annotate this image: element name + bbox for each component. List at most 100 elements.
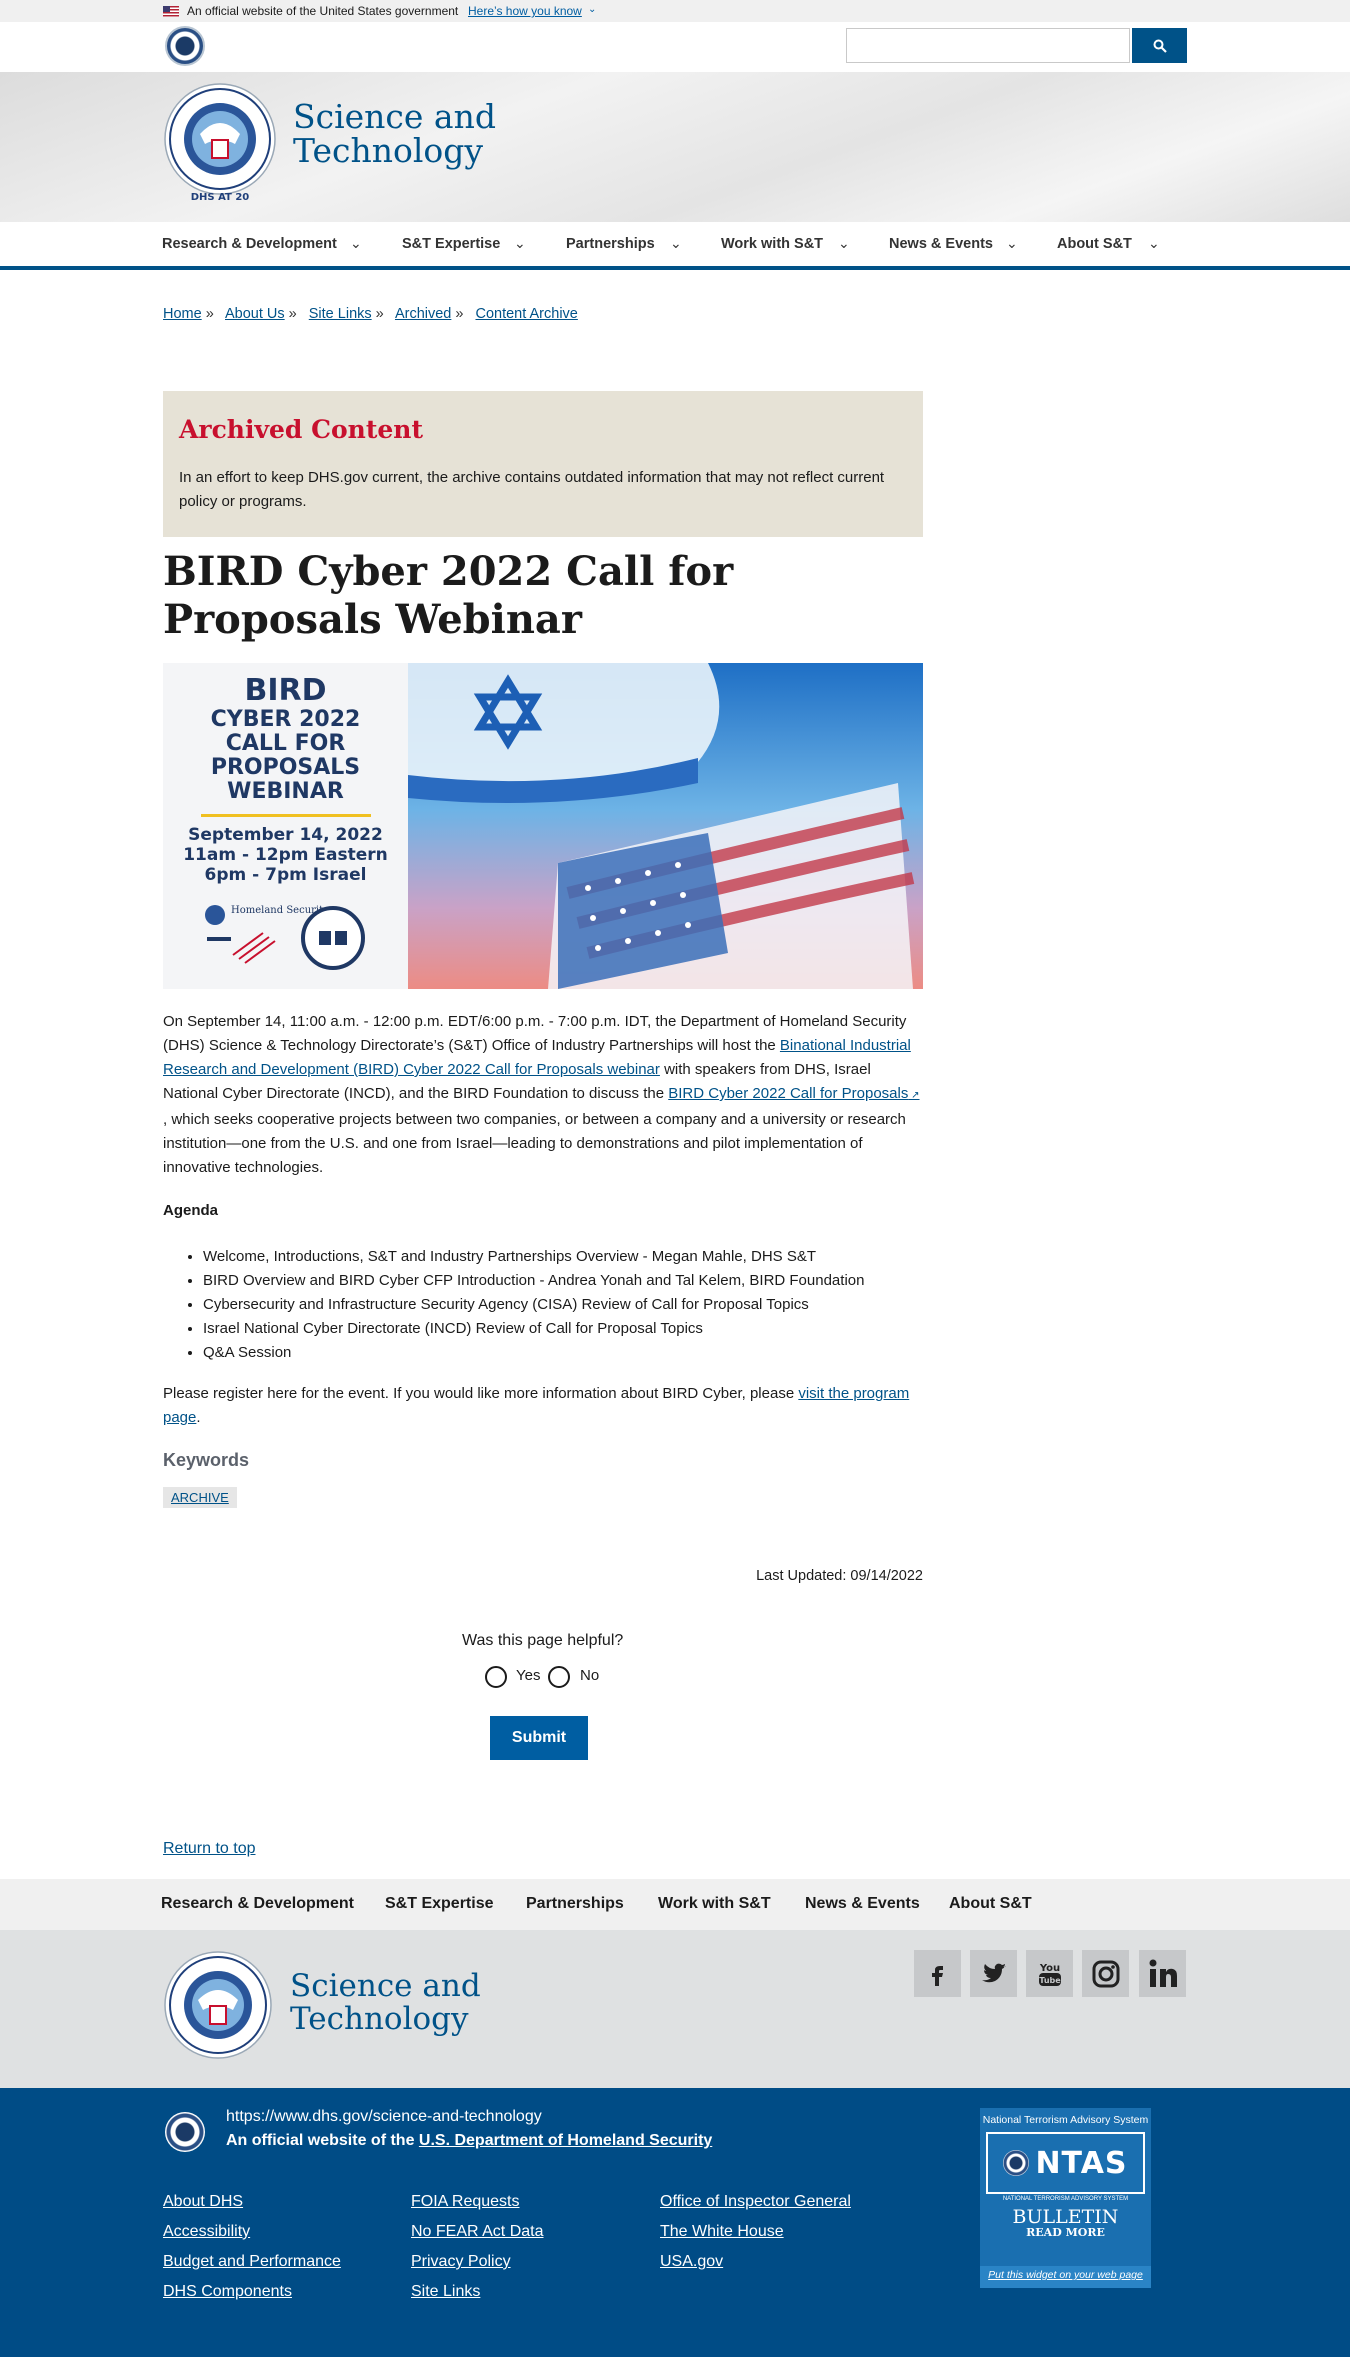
dhs-link[interactable]: U.S. Department of Homeland Security bbox=[419, 2132, 712, 2149]
chevron-down-icon[interactable]: ⌄ bbox=[514, 235, 526, 252]
yes-radio[interactable] bbox=[485, 1666, 507, 1688]
event-banner-image: BIRD CYBER 2022 CALL FOR PROPOSALS WEBIN… bbox=[163, 663, 923, 989]
keyword-tag-archive[interactable]: ARCHIVE bbox=[163, 1487, 237, 1508]
page-title: BIRD Cyber 2022 Call for Proposals Webin… bbox=[163, 548, 734, 643]
list-item: Israel National Cyber Directorate (INCD)… bbox=[203, 1317, 864, 1341]
linkedin-link[interactable] bbox=[1139, 1950, 1186, 1997]
footer-nav-work-with-st[interactable]: Work with S&T bbox=[658, 1895, 771, 1913]
facebook-icon bbox=[931, 1965, 943, 1986]
agenda-list: Welcome, Introductions, S&T and Industry… bbox=[203, 1245, 864, 1365]
official-prefix: An official website of the bbox=[226, 2132, 419, 2149]
twitter-link[interactable] bbox=[970, 1950, 1017, 1997]
chevron-down-icon[interactable]: ⌄ bbox=[350, 235, 362, 252]
footer-link-site-links[interactable]: Site Links bbox=[411, 2283, 480, 2301]
yes-label[interactable]: Yes bbox=[516, 1667, 540, 1684]
intro-text-3: , which seeks cooperative projects betwe… bbox=[163, 1111, 906, 1176]
agenda-heading: Agenda bbox=[163, 1202, 219, 1219]
breadcrumb-archived[interactable]: Archived bbox=[395, 306, 451, 322]
footer-brand-wordmark[interactable]: Science and Technology bbox=[290, 1970, 481, 2036]
register-end: . bbox=[196, 1409, 201, 1426]
keywords-heading: Keywords bbox=[163, 1450, 250, 1470]
nav-work-with-st[interactable]: Work with S&T bbox=[721, 236, 823, 252]
intro-paragraph: On September 14, 11:00 a.m. - 12:00 p.m.… bbox=[163, 1010, 923, 1180]
last-updated: Last Updated: 09/14/2022 bbox=[756, 1568, 923, 1584]
facebook-link[interactable] bbox=[914, 1950, 961, 1997]
submit-button[interactable]: Submit bbox=[490, 1716, 588, 1760]
flags-illustration bbox=[408, 663, 923, 989]
breadcrumb-content-archive[interactable]: Content Archive bbox=[475, 306, 577, 322]
register-paragraph: Please register here for the event. If y… bbox=[163, 1382, 923, 1430]
footer-nav-st-expertise[interactable]: S&T Expertise bbox=[385, 1895, 493, 1913]
instagram-link[interactable] bbox=[1082, 1950, 1129, 1997]
footer-link-budget[interactable]: Budget and Performance bbox=[163, 2253, 341, 2271]
official-banner-text: An official website of the United States… bbox=[187, 4, 459, 18]
footer-link-foia[interactable]: FOIA Requests bbox=[411, 2193, 520, 2211]
event-line-1: CYBER 2022 bbox=[210, 707, 361, 732]
bird-cfp-link[interactable]: BIRD Cyber 2022 Call for Proposals ↗ bbox=[668, 1085, 919, 1102]
chevron-down-icon[interactable]: ⌄ bbox=[1006, 235, 1018, 252]
brand-line-2: Technology bbox=[293, 131, 484, 170]
footer-link-oig[interactable]: Office of Inspector General bbox=[660, 2193, 851, 2211]
archived-content-title: Archived Content bbox=[179, 415, 424, 444]
footer-nav-about-st[interactable]: About S&T bbox=[949, 1895, 1032, 1913]
footer-link-white-house[interactable]: The White House bbox=[660, 2223, 784, 2241]
dhs-seal-logo[interactable] bbox=[163, 1950, 273, 2060]
breadcrumb-home[interactable]: Home bbox=[163, 306, 202, 322]
dhs-seal-icon bbox=[1003, 2150, 1030, 2176]
ntas-title: National Terrorism Advisory System bbox=[982, 2114, 1149, 2126]
heres-how-you-know-link[interactable]: Here’s how you know bbox=[468, 4, 582, 18]
footer-brand-area: Science and Technology You Tube bbox=[0, 1930, 1350, 2088]
footer-brand-line-1: Science and bbox=[290, 1968, 481, 2004]
official-banner: An official website of the United States… bbox=[0, 0, 1350, 22]
event-divider bbox=[200, 814, 371, 817]
nav-partnerships[interactable]: Partnerships bbox=[566, 236, 655, 252]
breadcrumb: Home» About Us» Site Links» Archived» Co… bbox=[163, 306, 578, 322]
chevron-down-icon[interactable]: ⌄ bbox=[1148, 235, 1160, 252]
list-item: Cybersecurity and Infrastructure Securit… bbox=[203, 1293, 864, 1317]
ntas-widget[interactable]: National Terrorism Advisory System NTAS … bbox=[980, 2108, 1151, 2288]
dhs-seal-icon[interactable] bbox=[165, 2112, 205, 2152]
breadcrumb-site-links[interactable]: Site Links bbox=[309, 306, 372, 322]
footer-link-components[interactable]: DHS Components bbox=[163, 2283, 292, 2301]
ntas-logo: NTAS bbox=[986, 2132, 1145, 2194]
breadcrumb-about-us[interactable]: About Us bbox=[225, 306, 285, 322]
chevron-down-icon[interactable]: ⌄ bbox=[838, 235, 850, 252]
chevron-down-icon[interactable]: ⌄ bbox=[588, 4, 596, 15]
footer-link-accessibility[interactable]: Accessibility bbox=[163, 2223, 250, 2241]
dhs-at-20-seal-logo[interactable]: DHS AT 20 bbox=[163, 82, 277, 210]
site-url: https://www.dhs.gov/science-and-technolo… bbox=[226, 2108, 542, 2125]
dhs-seal-icon[interactable] bbox=[165, 26, 205, 66]
footer-link-no-fear[interactable]: No FEAR Act Data bbox=[411, 2223, 544, 2241]
no-label[interactable]: No bbox=[580, 1667, 599, 1684]
footer-link-about-dhs[interactable]: About DHS bbox=[163, 2193, 243, 2211]
brand-wordmark[interactable]: Science and Technology bbox=[293, 100, 496, 168]
footer-nav-news-events[interactable]: News & Events bbox=[805, 1895, 920, 1913]
footer-link-privacy[interactable]: Privacy Policy bbox=[411, 2253, 511, 2271]
footer-nav-research-development[interactable]: Research & Development bbox=[161, 1895, 354, 1913]
chevron-down-icon[interactable]: ⌄ bbox=[670, 235, 682, 252]
site-header: DHS AT 20 Science and Technology bbox=[0, 72, 1350, 222]
archived-content-text: In an effort to keep DHS.gov current, th… bbox=[179, 469, 885, 510]
search-input[interactable] bbox=[846, 28, 1130, 63]
nav-news-events[interactable]: News & Events bbox=[889, 236, 993, 252]
site-identifier: https://www.dhs.gov/science-and-technolo… bbox=[0, 2088, 1350, 2357]
nav-research-development[interactable]: Research & Development bbox=[162, 236, 337, 252]
ntas-read-more[interactable]: READ MORE bbox=[980, 2226, 1151, 2239]
ntas-sub: NATIONAL TERRORISM ADVISORY SYSTEM bbox=[1002, 2196, 1129, 2202]
footer-nav-partnerships[interactable]: Partnerships bbox=[526, 1895, 624, 1913]
utility-bar bbox=[0, 22, 1350, 72]
nav-st-expertise[interactable]: S&T Expertise bbox=[402, 236, 500, 252]
youtube-link[interactable]: You Tube bbox=[1026, 1950, 1073, 1997]
list-item: BIRD Overview and BIRD Cyber CFP Introdu… bbox=[203, 1269, 864, 1293]
event-time-israel: 6pm - 7pm Israel bbox=[204, 865, 367, 885]
ntas-put-widget-link[interactable]: Put this widget on your web page bbox=[980, 2266, 1151, 2288]
nav-about-st[interactable]: About S&T bbox=[1057, 236, 1132, 252]
no-radio[interactable] bbox=[548, 1666, 570, 1688]
main-navigation: Research & Development ⌄ S&T Expertise ⌄… bbox=[0, 222, 1350, 270]
event-line-4: WEBINAR bbox=[227, 779, 344, 804]
footer-link-usa-gov[interactable]: USA.gov bbox=[660, 2253, 723, 2271]
archived-content-notice: Archived Content In an effort to keep DH… bbox=[163, 391, 923, 537]
return-to-top-link[interactable]: Return to top bbox=[163, 1840, 256, 1858]
instagram-icon bbox=[1092, 1960, 1119, 1987]
search-button[interactable] bbox=[1132, 28, 1187, 63]
